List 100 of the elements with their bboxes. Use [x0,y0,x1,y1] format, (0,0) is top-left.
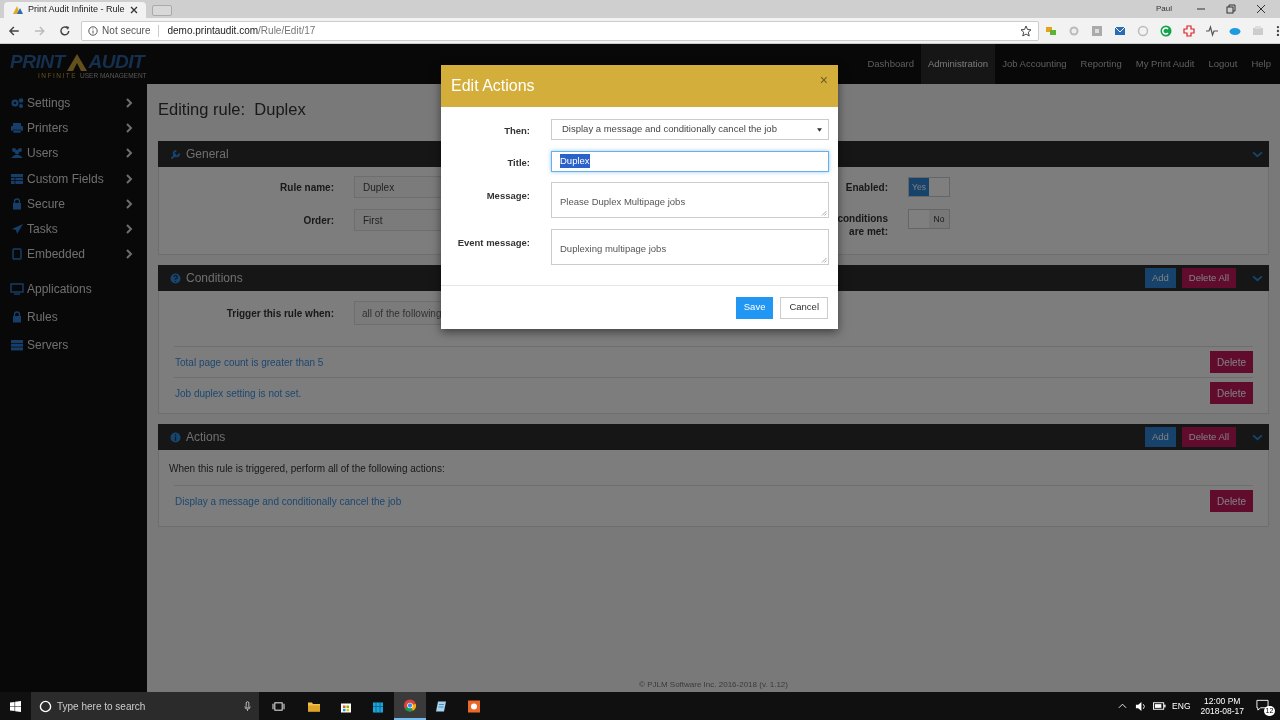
sidebar-item[interactable]: Settings [0,90,147,116]
field-label: Message: [485,189,530,203]
save-button[interactable]: Save [735,296,774,319]
toggle-switch[interactable]: Yes [908,177,950,197]
sidebar-item[interactable]: Applications [0,275,147,304]
item-link[interactable]: Total page count is greater than 5 [175,354,324,370]
nav-link[interactable]: Administration [920,44,996,84]
printer-icon [10,121,24,134]
dialog-title: Edit Actions [451,76,535,96]
field-label: Then: [503,124,530,138]
item-link[interactable]: Display a message and conditionally cancel the job [175,493,402,509]
info-icon [170,431,181,443]
cancel-button[interactable]: Cancel [780,296,828,319]
page-title: Editing rule: Duplex [158,99,306,119]
taskbar-app-button[interactable] [394,692,426,720]
nav-link[interactable]: Dashboard [860,44,921,84]
select-field[interactable]: Display a message and conditionally cancel the job [551,119,829,140]
monitor-icon [10,283,24,296]
microphone-icon[interactable] [244,700,251,712]
logo-text: PRINT [10,53,65,71]
star-icon[interactable] [1020,24,1033,37]
close-icon[interactable] [130,6,138,14]
nav-link[interactable]: Reporting [1073,44,1129,84]
browser-icon [403,698,417,712]
instruction-text: When this rule is triggered, perform all of the following actions: [168,462,446,476]
lock-icon [10,311,24,324]
sidebar-item[interactable]: Custom Fields [0,165,147,192]
delete-all-button[interactable]: Delete All [1181,268,1236,288]
resize-handle-icon[interactable] [821,210,827,216]
field-label: Rule name: [279,180,334,195]
panel-title: Actions [186,429,226,446]
sidebar-item[interactable]: Users [0,140,147,166]
nav-link[interactable]: Help [1244,44,1278,84]
extension-icon[interactable] [1206,24,1219,37]
resize-handle-icon[interactable] [821,256,827,263]
clock[interactable]: 12:00 PM 2018-08-17 [1200,696,1244,716]
add-button[interactable]: Add [1144,427,1176,447]
address-field[interactable]: Not secure demo.printaudit.com/Rule/Edit/17 [81,20,1040,41]
sidebar-item[interactable]: Rules [0,303,147,332]
nav-link[interactable]: Logout [1201,44,1245,84]
close-button[interactable]: × [819,73,828,87]
table-icon [10,172,24,185]
language-indicator[interactable]: ENG [1172,699,1191,713]
wrench-icon [170,148,181,160]
info-icon[interactable] [88,25,99,36]
sidebar-item[interactable]: Printers [0,115,147,141]
field-label: Trigger this rule when: [225,306,334,321]
delete-all-button[interactable]: Delete All [1181,427,1236,447]
caret-up-icon[interactable] [1118,703,1128,709]
reload-icon[interactable] [59,24,72,37]
field-label: conditions are met: [836,212,888,238]
nav-link[interactable]: Job Accounting [995,44,1074,84]
extension-icon[interactable] [1160,24,1173,37]
sidebar-item[interactable]: Secure [0,191,147,217]
field-label: Title: [506,155,530,170]
panel-title: Conditions [186,270,243,287]
close-icon[interactable] [1256,4,1266,14]
back-icon[interactable] [8,24,20,37]
toggle-state: No [929,210,949,228]
browser-tab[interactable]: Print Audit Infinite - Rule [4,2,146,18]
extension-icon[interactable] [1183,24,1196,37]
url-text: demo.printaudit.com/Rule/Edit/17 [167,24,316,38]
toggle-switch[interactable]: No [908,209,950,229]
profile-name[interactable]: Paul [1156,3,1172,15]
tab-title: Print Audit Infinite - Rule [28,3,126,17]
server-icon [10,339,24,352]
add-button[interactable]: Add [1144,268,1176,288]
text-area[interactable]: Duplexing multipage jobs [551,228,829,265]
tablet-icon [10,248,24,261]
task-view-icon[interactable] [272,700,285,712]
windows-icon[interactable] [10,700,21,712]
delete-button[interactable]: Delete [1210,382,1253,404]
delete-button[interactable]: Delete [1210,351,1253,373]
help-icon [170,272,181,284]
field-label: Order: [302,213,334,228]
extension-icon[interactable] [1114,24,1127,37]
text-field[interactable]: Duplex [551,150,829,172]
sidebar-item[interactable]: Embedded [0,241,147,268]
menu-icon[interactable] [1276,24,1280,37]
speaker-icon[interactable] [1135,700,1147,712]
nav-link[interactable]: My Print Audit [1128,44,1202,84]
field-label: Enabled: [844,181,888,194]
security-label: Not secure [102,24,151,38]
item-link[interactable]: Job duplex setting is not set. [175,385,302,401]
battery-icon[interactable] [1153,702,1167,710]
field-label: Event message: [456,235,530,250]
gears-icon [10,96,24,109]
sidebar-item[interactable]: Servers [0,331,147,360]
favicon-icon [12,5,24,15]
users-icon [10,147,24,160]
record-icon [467,699,481,713]
logo-text: AUDIT [88,53,145,71]
notepad-icon [435,699,449,713]
restore-icon[interactable] [1226,4,1236,14]
caret-icon [817,127,822,132]
delete-button[interactable]: Delete [1210,490,1253,512]
search-field[interactable]: Type here to search [31,692,259,720]
sidebar-item[interactable]: Tasks [0,216,147,242]
text-area[interactable]: Please Duplex Multipage jobs [551,182,829,218]
panel-title: General [186,146,229,163]
